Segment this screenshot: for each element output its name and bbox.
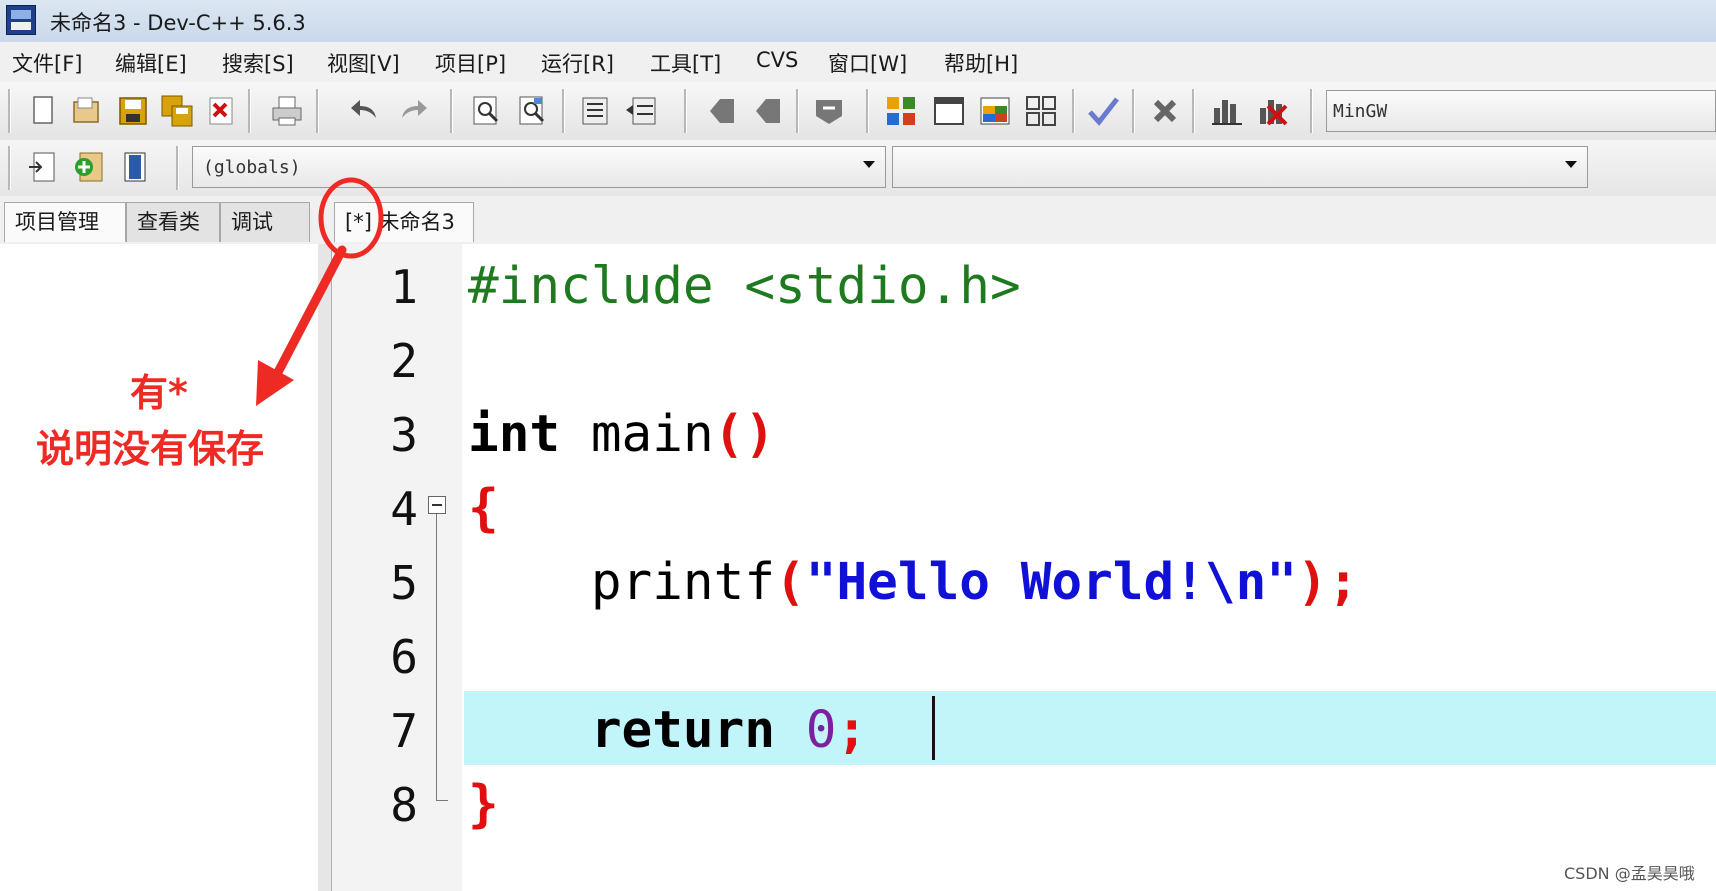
annotation-arrowhead — [256, 360, 294, 406]
annotation-arrow — [270, 245, 347, 383]
annotation-text-unsaved: 说明没有保存 — [36, 427, 265, 471]
annotation-text-star: 有* — [130, 371, 188, 415]
annotation-circle — [318, 177, 384, 259]
watermark: CSDN @孟昊昊哦 — [1564, 864, 1695, 883]
